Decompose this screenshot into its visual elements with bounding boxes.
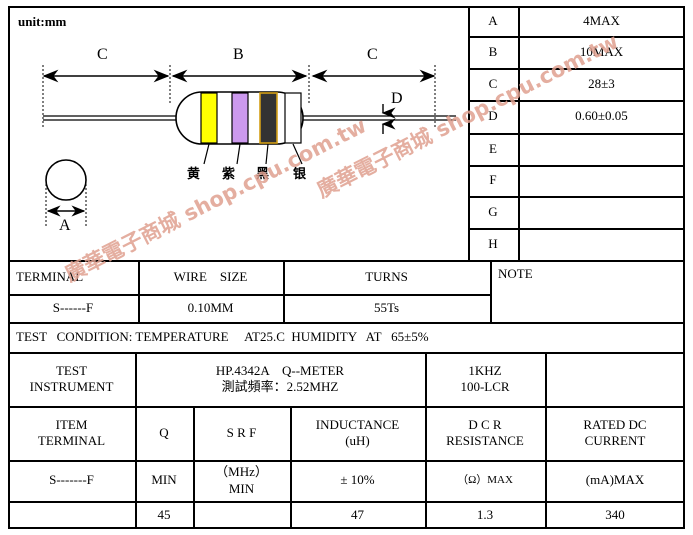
dimension-label-a: A [59, 217, 71, 234]
spec-header-srf-line1: S R F [226, 424, 257, 440]
spec-value-dcr: 1.3 [476, 506, 494, 522]
dimtable-value-c: 28±3 [588, 75, 615, 91]
dimtable-value-f [518, 165, 685, 196]
test-instrument-label-line2: INSTRUMENT [29, 379, 114, 394]
winding-value-terminal: S------F [52, 299, 94, 315]
test-instrument-lcr: 1KHZ 100-LCR [425, 352, 545, 406]
spec-header-item: ITEM TERMINAL [8, 406, 135, 460]
spec-header-q: Q [135, 406, 193, 460]
spec-header-srf: S R F [193, 406, 290, 460]
band-label-black: 黑 [256, 167, 270, 182]
dimtable-letter-h: H [488, 235, 498, 251]
spec-header-inductance-line1: INDUCTANCE [315, 416, 400, 432]
spec-condition-srf-line2: MIN [228, 480, 255, 496]
spec-condition-q: MIN [135, 460, 193, 501]
dimension-label-b: B [233, 46, 244, 63]
lcr-frequency: 1KHZ [468, 362, 502, 378]
spec-condition-q-line1: MIN [151, 472, 177, 488]
winding-header-wire-size: WIRE SIZE [173, 268, 248, 284]
spec-condition-dcr: （Ω）MAX [425, 460, 545, 501]
winding-header-turns: TURNS [365, 268, 408, 284]
spec-value-terminal [8, 501, 135, 529]
test-instrument-label-line1: TEST [55, 362, 88, 378]
dimtable-letter-d: D [488, 108, 498, 124]
spec-condition-rated-current: (mA)MAX [545, 460, 685, 501]
spec-value-rated-current: 340 [605, 506, 625, 522]
dimtable-value-h [518, 228, 685, 260]
qmeter-frequency: 測試頻率：2.52MHZ [221, 379, 339, 394]
spec-header-q-line1: Q [159, 424, 169, 440]
winding-value-turns: 55Ts [373, 299, 400, 315]
dimtable-letter-f: F [489, 172, 497, 188]
band-label-violet: 紫 [222, 167, 236, 182]
spec-header-rated-current: RATED DC CURRENT [545, 406, 685, 460]
test-condition-text: TEST CONDITION: TEMPERATURE AT25.C HUMID… [16, 328, 429, 344]
spec-header-rated-current-line1: RATED DC [583, 416, 647, 432]
dimtable-value-a: 4MAX [583, 12, 620, 28]
dimension-label-c-left: C [97, 46, 108, 63]
test-instrument-label: TEST INSTRUMENT [8, 352, 135, 406]
dimtable-value-b: 10MAX [579, 43, 624, 59]
spec-header-dcr: D C R RESISTANCE [425, 406, 545, 460]
component-drawing: unit:mm C B C D A 黄 紫 黑 银 [10, 8, 465, 260]
dimtable-letter-c: C [488, 75, 498, 91]
test-instrument-extra [545, 352, 685, 406]
spec-condition-terminal-line1: S-------F [49, 472, 94, 488]
spec-header-inductance: INDUCTANCE (uH) [290, 406, 425, 460]
spec-condition-dcr-line1: （Ω）MAX [457, 473, 513, 486]
spec-condition-srf-line1: （MHz） [215, 464, 268, 480]
winding-value-wire-size: 0.10MM [187, 299, 234, 315]
spec-condition-srf: （MHz） MIN [193, 460, 290, 501]
dimtable-value-g [518, 196, 685, 228]
lcr-model: 100-LCR [460, 379, 510, 394]
dimtable-letter-g: G [488, 203, 498, 219]
dimension-label-c-right: C [367, 46, 378, 63]
dimtable-value-e [518, 133, 685, 165]
dimension-label-d: D [391, 90, 403, 107]
winding-header-terminal: TERMINAL [16, 268, 84, 284]
unit-label: unit:mm [18, 14, 67, 29]
spec-condition-inductance: ± 10% [290, 460, 425, 501]
winding-value-note [490, 294, 685, 322]
spec-header-dcr-line2: RESISTANCE [446, 433, 524, 448]
dimtable-letter-a: A [488, 12, 498, 28]
spec-header-inductance-line2: (uH) [345, 433, 370, 448]
spec-header-item-line1: ITEM [55, 416, 88, 432]
band-label-yellow: 黄 [187, 167, 201, 182]
spec-header-dcr-line1: D C R [468, 416, 502, 432]
spec-condition-rated-current-line1: (mA)MAX [585, 472, 645, 488]
dimtable-letter-e: E [489, 140, 497, 156]
winding-header-note: NOTE [498, 266, 533, 281]
test-instrument-qmeter: HP.4342A Q--METER 測試頻率：2.52MHZ [135, 352, 425, 406]
spec-condition-terminal: S-------F [8, 460, 135, 501]
spec-condition-inductance-line1: ± 10% [340, 472, 375, 488]
spec-header-rated-current-line2: CURRENT [584, 433, 646, 448]
spec-value-srf [193, 501, 290, 529]
dimtable-value-d: 0.60±0.05 [575, 108, 628, 124]
dimtable-letter-b: B [488, 43, 498, 59]
spec-value-q: 45 [157, 506, 171, 522]
datasheet-page: unit:mm C B C D A 黄 紫 黑 银 A B C D E F G … [0, 0, 693, 535]
band-label-silver: 银 [293, 167, 307, 182]
spec-value-inductance: 47 [351, 506, 364, 522]
qmeter-model: HP.4342A Q--METER [215, 362, 345, 378]
spec-header-item-line2: TERMINAL [37, 433, 106, 448]
